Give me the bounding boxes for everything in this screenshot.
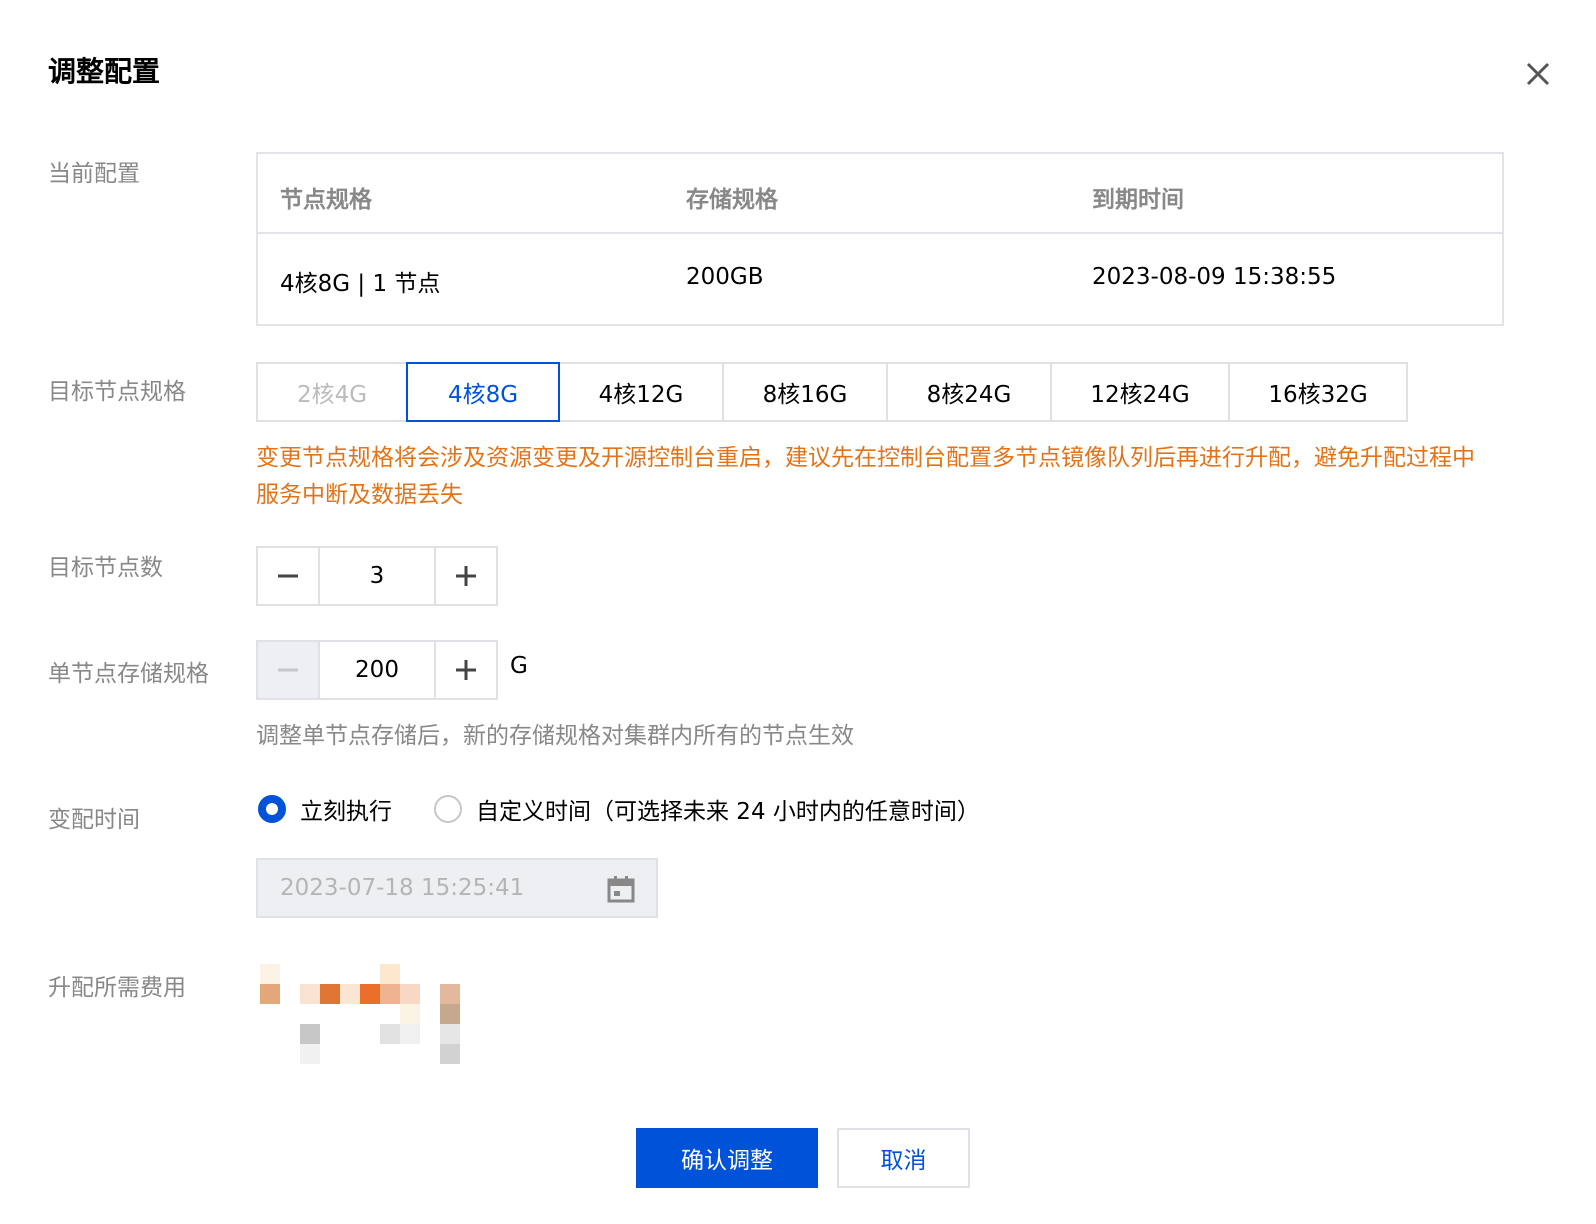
spec-option-4c12g[interactable]: 4核12G: [558, 362, 724, 422]
minus-icon: [278, 668, 298, 672]
current-config-table: 节点规格 存储规格 到期时间 4核8G | 1 节点 200GB 2023-08…: [256, 152, 1504, 326]
node-count-decrease-button[interactable]: [258, 548, 318, 604]
datetime-picker: 2023-07-18 15:25:41: [256, 858, 658, 918]
header-storage-spec: 存储规格: [686, 187, 778, 213]
minus-icon: [278, 574, 298, 578]
spec-option-16c32g[interactable]: 16核32G: [1228, 362, 1408, 422]
spec-change-warning: 变更节点规格将会涉及资源变更及开源控制台重启，建议先在控制台配置多节点镜像队列后…: [256, 445, 1475, 508]
adjust-config-dialog: 调整配置 当前配置 节点规格 存储规格 到期时间 4核8G | 1 节点 200…: [0, 0, 1596, 1224]
cell-node-spec: 4核8G | 1 节点: [280, 271, 441, 297]
storage-stepper: 200: [256, 640, 498, 700]
spec-option-8c16g[interactable]: 8核16G: [722, 362, 888, 422]
plus-icon: [456, 566, 476, 586]
calendar-icon: [607, 876, 635, 903]
confirm-button[interactable]: 确认调整: [636, 1128, 818, 1188]
storage-unit: G: [510, 653, 528, 679]
radio-custom-time-label: 自定义时间（可选择未来 24 小时内的任意时间）: [476, 799, 980, 825]
storage-increase-button[interactable]: [436, 642, 496, 698]
cell-storage-spec: 200GB: [686, 264, 764, 290]
cell-expire-time: 2023-08-09 15:38:55: [1092, 264, 1337, 290]
radio-checked-icon: [258, 795, 286, 823]
storage-decrease-button[interactable]: [258, 642, 318, 698]
spec-option-4c8g[interactable]: 4核8G: [406, 362, 560, 422]
header-expire-time: 到期时间: [1092, 187, 1184, 213]
plus-icon: [456, 660, 476, 680]
node-count-input[interactable]: 3: [318, 548, 436, 604]
radio-custom-time[interactable]: 自定义时间（可选择未来 24 小时内的任意时间）: [434, 792, 980, 826]
target-nodes-label: 目标节点数: [48, 555, 163, 581]
spec-option-12c24g[interactable]: 12核24G: [1050, 362, 1230, 422]
table-header-row: 节点规格 存储规格 到期时间: [258, 154, 1502, 234]
close-icon[interactable]: [1520, 56, 1556, 92]
storage-input[interactable]: 200: [318, 642, 436, 698]
spec-selector: 2核4G 4核8G 4核12G 8核16G 8核24G 12核24G 16核32…: [256, 362, 1408, 422]
radio-immediate[interactable]: 立刻执行: [258, 792, 392, 826]
header-node-spec: 节点规格: [280, 187, 372, 213]
dialog-title: 调整配置: [48, 55, 161, 88]
node-count-stepper: 3: [256, 546, 498, 606]
radio-unchecked-icon: [434, 795, 462, 823]
storage-hint: 调整单节点存储后，新的存储规格对集群内所有的节点生效: [256, 723, 854, 749]
datetime-value: 2023-07-18 15:25:41: [280, 875, 525, 901]
blurred-price-image: [260, 964, 460, 1064]
current-config-label: 当前配置: [48, 161, 140, 187]
cancel-button[interactable]: 取消: [837, 1128, 970, 1188]
spec-option-8c24g[interactable]: 8核24G: [886, 362, 1052, 422]
storage-spec-label: 单节点存储规格: [48, 661, 209, 687]
spec-option-2c4g: 2核4G: [256, 362, 408, 422]
upgrade-cost-label: 升配所需费用: [48, 975, 186, 1001]
target-spec-label: 目标节点规格: [48, 379, 186, 405]
node-count-increase-button[interactable]: [436, 548, 496, 604]
change-time-label: 变配时间: [48, 807, 140, 833]
radio-immediate-label: 立刻执行: [300, 799, 392, 825]
